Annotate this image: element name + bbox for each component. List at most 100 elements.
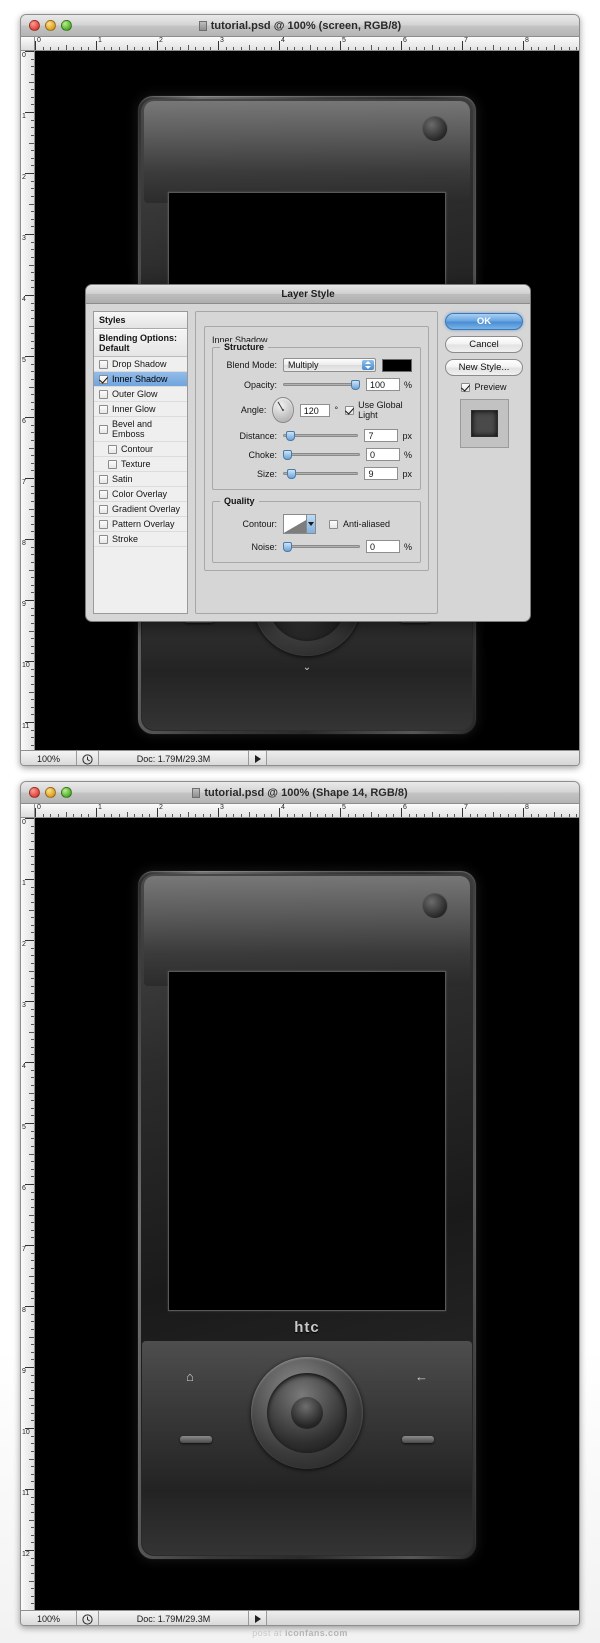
ruler-subtick <box>210 814 212 817</box>
styles-panel[interactable]: Styles Blending Options: Default Drop Sh… <box>93 311 188 614</box>
opacity-input[interactable]: 100 <box>365 378 400 391</box>
vertical-ruler-2[interactable]: 0 1 2 3 4 5 6 7 8 9 10 11 12 <box>21 818 35 1610</box>
clock-icon-2[interactable] <box>77 1611 99 1625</box>
ruler-subtick <box>88 814 90 817</box>
shadow-color-swatch[interactable] <box>382 358 412 372</box>
vertical-ruler-1[interactable]: 0 1 2 3 4 5 6 7 8 9 10 11 <box>21 51 35 750</box>
close-button-2[interactable] <box>29 787 40 798</box>
ruler-subtick <box>31 840 34 842</box>
ruler-subtick <box>31 1267 34 1269</box>
style-item-inner-shadow[interactable]: Inner Shadow <box>94 372 187 387</box>
style-item-gradient-overlay[interactable]: Gradient Overlay <box>94 502 187 517</box>
zoom-level-field-1[interactable]: 100% <box>21 751 77 765</box>
noise-input[interactable]: 0 <box>365 540 400 553</box>
angle-input[interactable]: 120 <box>299 403 331 417</box>
style-item-contour[interactable]: Contour <box>94 442 187 457</box>
use-global-light-checkbox[interactable] <box>345 405 355 415</box>
window-2-titlebar[interactable]: tutorial.psd @ 100% (Shape 14, RGB/8) <box>21 782 579 804</box>
choke-slider[interactable] <box>283 449 360 461</box>
style-items-container[interactable]: Drop Shadow Inner Shadow Outer Glow Inner G… <box>94 357 187 547</box>
style-item-color-overlay[interactable]: Color Overlay <box>94 487 187 502</box>
horizontal-ruler-2[interactable]: 0 1 2 3 4 5 6 7 8 <box>35 804 579 818</box>
style-item-checkbox[interactable] <box>99 489 108 499</box>
preview-checkbox[interactable] <box>461 382 471 392</box>
ruler-subtick <box>317 814 319 817</box>
ruler-subtick <box>149 814 151 817</box>
styles-list[interactable]: Styles Blending Options: Default Drop Sh… <box>93 311 188 614</box>
status-menu-arrow-1[interactable] <box>249 751 267 765</box>
style-item-texture[interactable]: Texture <box>94 457 187 472</box>
ruler-tick <box>462 41 463 50</box>
photoshop-window-1[interactable]: tutorial.psd @ 100% (screen, RGB/8) 0 1 2 3… <box>20 14 580 766</box>
ruler-label: 3 <box>22 235 26 242</box>
close-button[interactable] <box>29 20 40 31</box>
zoom-button[interactable] <box>61 20 72 31</box>
style-item-checkbox[interactable] <box>108 444 117 454</box>
distance-slider[interactable] <box>283 430 359 442</box>
clock-icon-1[interactable] <box>77 751 99 765</box>
image-canvas-2[interactable]: htc ⌂ ← <box>35 818 579 1610</box>
size-slider[interactable] <box>283 468 359 480</box>
style-item-outer-glow[interactable]: Outer Glow <box>94 387 187 402</box>
opacity-slider-knob[interactable] <box>350 379 360 390</box>
style-item-checkbox[interactable] <box>99 389 108 399</box>
anti-aliased-checkbox[interactable] <box>329 519 338 529</box>
window-controls[interactable] <box>29 20 72 31</box>
size-input[interactable]: 9 <box>364 467 399 480</box>
ruler-subtick <box>31 310 34 312</box>
window-1-titlebar[interactable]: tutorial.psd @ 100% (screen, RGB/8) <box>21 15 579 37</box>
new-style-button[interactable]: New Style... <box>445 359 523 376</box>
photoshop-window-2[interactable]: tutorial.psd @ 100% (Shape 14, RGB/8) 0 1… <box>20 781 580 1626</box>
layer-style-dialog[interactable]: Layer Style Styles Blending Options: Def… <box>85 284 531 622</box>
status-menu-arrow-2[interactable] <box>249 1611 267 1625</box>
ruler-subtick <box>31 348 34 350</box>
preview-toggle-row[interactable]: Preview <box>461 382 507 392</box>
cancel-button[interactable]: Cancel <box>445 336 523 353</box>
distance-slider-knob[interactable] <box>286 430 296 441</box>
style-item-satin[interactable]: Satin <box>94 472 187 487</box>
style-item-checkbox[interactable] <box>99 359 108 369</box>
ruler-subtick <box>31 516 34 518</box>
dialog-buttons-panel[interactable]: OK Cancel New Style... Preview <box>445 311 523 614</box>
zoom-level-field-2[interactable]: 100% <box>21 1611 77 1625</box>
horizontal-ruler-1[interactable]: 0 1 2 3 4 5 6 7 8 <box>35 37 579 51</box>
chevron-down-icon[interactable] <box>306 515 315 533</box>
ruler-subtick <box>286 814 288 817</box>
style-item-stroke[interactable]: Stroke <box>94 532 187 547</box>
blend-mode-select[interactable]: Multiply <box>283 358 376 372</box>
choke-slider-knob[interactable] <box>283 449 292 460</box>
minimize-button[interactable] <box>45 20 56 31</box>
opacity-slider[interactable] <box>283 379 360 391</box>
contour-preset-picker[interactable] <box>283 514 316 534</box>
ok-button[interactable]: OK <box>445 313 523 330</box>
zoom-button-2[interactable] <box>61 787 72 798</box>
angle-dial[interactable] <box>272 397 294 423</box>
style-item-checkbox[interactable] <box>99 474 108 484</box>
window-controls-2[interactable] <box>29 787 72 798</box>
ruler-subtick <box>31 1016 34 1018</box>
noise-slider[interactable] <box>283 541 360 553</box>
style-item-bevel-and-emboss[interactable]: Bevel and Emboss <box>94 417 187 442</box>
style-item-drop-shadow[interactable]: Drop Shadow <box>94 357 187 372</box>
style-item-inner-glow[interactable]: Inner Glow <box>94 402 187 417</box>
ruler-subtick <box>355 47 357 50</box>
style-item-checkbox[interactable] <box>99 424 108 434</box>
size-slider-knob[interactable] <box>286 468 296 479</box>
status-bar-2[interactable]: 100% Doc: 1.79M/29.3M <box>21 1610 579 1625</box>
choke-input[interactable]: 0 <box>365 448 400 461</box>
style-item-checkbox[interactable] <box>99 504 108 514</box>
noise-slider-knob[interactable] <box>283 541 292 552</box>
distance-row: Distance: 7 px <box>221 429 412 442</box>
chevron-updown-icon[interactable] <box>362 360 374 370</box>
blending-options-item[interactable]: Blending Options: Default <box>94 329 187 357</box>
style-item-checkbox[interactable] <box>99 534 108 544</box>
style-item-checkbox[interactable] <box>99 519 108 529</box>
style-item-checkbox[interactable] <box>99 404 108 414</box>
style-item-pattern-overlay[interactable]: Pattern Overlay <box>94 517 187 532</box>
style-item-checkbox[interactable] <box>108 459 117 469</box>
distance-input[interactable]: 7 <box>364 429 399 442</box>
style-item-checkbox[interactable] <box>99 374 108 384</box>
ruler-subtick <box>263 814 265 817</box>
minimize-button-2[interactable] <box>45 787 56 798</box>
status-bar-1[interactable]: 100% Doc: 1.79M/29.3M <box>21 750 579 765</box>
